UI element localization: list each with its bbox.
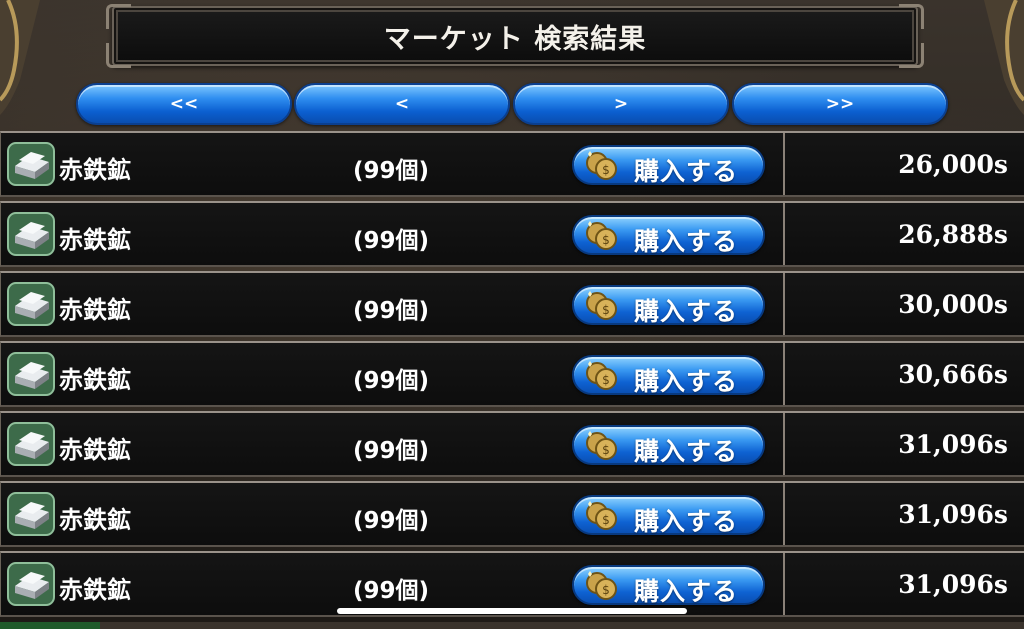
column-divider [783, 343, 785, 405]
list-item: 赤鉄鉱 (99個) $ 購入する 26,000s [0, 131, 1024, 197]
list-item: 赤鉄鉱 (99個) $ 購入する 26,888s [0, 201, 1024, 267]
item-name: 赤鉄鉱 [59, 436, 131, 464]
svg-text:$: $ [602, 233, 610, 247]
ingot-icon [7, 142, 55, 186]
list-item: 赤鉄鉱 (99個) $ 購入する 31,096s [0, 411, 1024, 477]
item-quantity: (99個) [353, 158, 430, 184]
ingot-icon [7, 492, 55, 536]
prev-page-button[interactable]: < [294, 83, 510, 125]
ingot-icon [7, 352, 55, 396]
column-divider [783, 483, 785, 545]
last-page-button[interactable]: >> [732, 83, 948, 125]
item-quantity: (99個) [353, 438, 430, 464]
column-divider [783, 133, 785, 195]
buy-button-label: 購入する [634, 437, 739, 466]
item-name: 赤鉄鉱 [59, 506, 131, 534]
svg-text:$: $ [602, 513, 610, 527]
title-plate: マーケット 検索結果 [106, 4, 924, 68]
first-page-button[interactable]: << [76, 83, 292, 125]
item-name: 赤鉄鉱 [59, 226, 131, 254]
svg-text:$: $ [602, 443, 610, 457]
next-page-button[interactable]: > [513, 83, 729, 125]
buy-button[interactable]: $ 購入する [572, 145, 765, 186]
list-item: 赤鉄鉱 (99個) $ 購入する 30,666s [0, 341, 1024, 407]
buy-button-label: 購入する [634, 367, 739, 396]
ingot-icon [7, 212, 55, 256]
item-price: 26,000s [898, 150, 1008, 179]
buy-button[interactable]: $ 購入する [572, 355, 765, 396]
svg-text:$: $ [602, 163, 610, 177]
list-item: 赤鉄鉱 (99個) $ 購入する 31,096s [0, 481, 1024, 547]
svg-text:$: $ [602, 373, 610, 387]
item-name: 赤鉄鉱 [59, 576, 131, 604]
ingot-icon [7, 422, 55, 466]
item-quantity: (99個) [353, 368, 430, 394]
buy-button[interactable]: $ 購入する [572, 425, 765, 466]
item-name: 赤鉄鉱 [59, 296, 131, 324]
item-quantity: (99個) [353, 298, 430, 324]
item-quantity: (99個) [353, 228, 430, 254]
item-quantity: (99個) [353, 508, 430, 534]
item-price: 30,666s [898, 360, 1008, 389]
page-title: マーケット 検索結果 [383, 23, 647, 55]
buy-button-label: 購入する [634, 297, 739, 326]
svg-text:$: $ [602, 583, 610, 597]
item-price: 31,096s [898, 500, 1008, 529]
buy-button-label: 購入する [634, 577, 739, 606]
coin-icon: $ [586, 431, 617, 460]
item-price: 26,888s [898, 220, 1008, 249]
column-divider [783, 273, 785, 335]
item-price: 31,096s [898, 570, 1008, 599]
svg-text:$: $ [602, 303, 610, 317]
item-quantity: (99個) [353, 578, 430, 604]
item-price: 30,000s [898, 290, 1008, 319]
buy-button-label: 購入する [634, 507, 739, 536]
item-name: 赤鉄鉱 [59, 156, 131, 184]
item-price: 31,096s [898, 430, 1008, 459]
coin-icon: $ [586, 361, 617, 390]
column-divider [783, 413, 785, 475]
ingot-icon [7, 562, 55, 606]
coin-icon: $ [586, 221, 617, 250]
item-name: 赤鉄鉱 [59, 366, 131, 394]
buy-button[interactable]: $ 購入する [572, 495, 765, 536]
buy-button[interactable]: $ 購入する [572, 285, 765, 326]
coin-icon: $ [586, 291, 617, 320]
ingot-icon [7, 282, 55, 326]
buy-button-label: 購入する [634, 157, 739, 186]
ornament-left-icon [0, 0, 40, 115]
buy-button-label: 購入する [634, 227, 739, 256]
home-indicator[interactable] [337, 608, 687, 614]
coin-icon: $ [586, 151, 617, 180]
ornament-right-icon [984, 0, 1024, 115]
column-divider [783, 203, 785, 265]
coin-icon: $ [586, 501, 617, 530]
buy-button[interactable]: $ 購入する [572, 565, 765, 606]
bottom-strip [0, 622, 1024, 629]
list-item: 赤鉄鉱 (99個) $ 購入する 30,000s [0, 271, 1024, 337]
coin-icon: $ [586, 571, 617, 600]
pagination: << < > >> [76, 83, 948, 125]
buy-button[interactable]: $ 購入する [572, 215, 765, 256]
column-divider [783, 553, 785, 615]
